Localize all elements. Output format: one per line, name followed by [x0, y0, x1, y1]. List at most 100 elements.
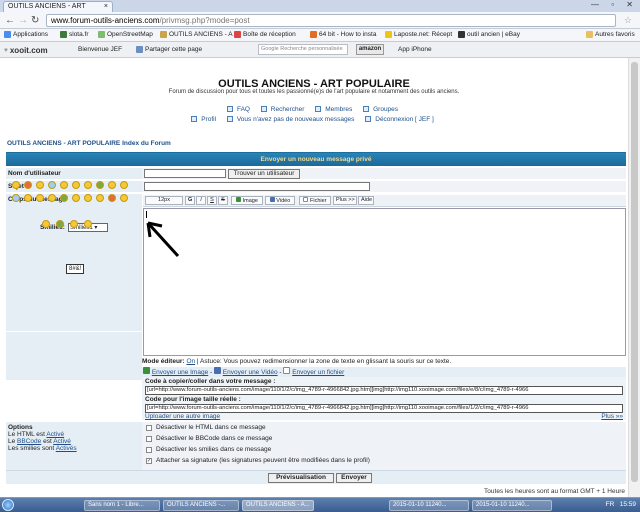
disable-bbcode-checkbox[interactable] [146, 436, 152, 442]
smiley-icon[interactable] [12, 181, 20, 189]
scrollbar-thumb[interactable] [631, 62, 638, 482]
forward-icon[interactable]: → [18, 15, 28, 26]
bookmark-other[interactable]: Autres favoris [586, 31, 635, 38]
text-cursor [146, 211, 147, 218]
page-scrollbar[interactable] [628, 58, 640, 497]
bbcode-link[interactable]: BBCode [17, 438, 41, 445]
help-button[interactable]: Aide [358, 196, 374, 205]
subject-row [142, 181, 626, 193]
reload-icon[interactable]: ↻ [31, 15, 39, 26]
smiley-icon[interactable] [84, 194, 92, 202]
smiley-icon[interactable] [72, 194, 80, 202]
smiley-icon[interactable] [108, 194, 116, 202]
attach-signature-checkbox[interactable]: ✓ [146, 458, 152, 464]
bbcode-status[interactable]: Activé [53, 438, 71, 445]
send-button[interactable]: Envoyer [336, 473, 372, 483]
plus-link[interactable]: Plus »» [601, 413, 623, 420]
xooit-logo[interactable]: ♥ xooit.com [4, 46, 48, 55]
message-textarea[interactable] [143, 208, 626, 356]
bookmark-laposte[interactable]: Laposte.net: Récept [385, 31, 452, 38]
options-label-cell: Options Le HTML est Activé Le BBCode est… [6, 422, 142, 470]
upload-file-link[interactable]: Envoyer un fichier [292, 369, 344, 376]
heart-icon: ♥ [4, 47, 8, 54]
nav-profile[interactable]: Profil [191, 116, 219, 123]
task-chrome-1[interactable]: OUTILS ANCIENS -... [163, 500, 239, 511]
video-button[interactable]: Vidéo [265, 196, 295, 205]
smiley-icon[interactable] [56, 220, 64, 228]
smiley-icon[interactable] [48, 181, 56, 189]
bookmarks-bar: Applications slota.fr OpenStreetMap OUTI… [0, 29, 640, 42]
bookmark-outils[interactable]: OUTILS ANCIENS - A [160, 31, 233, 38]
bookmark-64bit[interactable]: 64 bit - How to insta [310, 31, 376, 38]
nav-groups[interactable]: Groupes [363, 106, 401, 113]
google-search-input[interactable]: Google Recherche personnalisée [258, 44, 348, 55]
smiley-icon[interactable] [48, 194, 56, 202]
task-libreoffice[interactable]: Sans nom 1 - Libre... [84, 500, 160, 511]
bold-button[interactable]: G [185, 196, 195, 205]
smiley-icon[interactable] [24, 194, 32, 202]
smiley-icon[interactable] [12, 194, 20, 202]
disable-smilies-checkbox[interactable] [146, 447, 152, 453]
task-image-2[interactable]: 2015-01-10 11240... [472, 500, 552, 511]
find-user-button[interactable]: Trouver un utilisateur [228, 169, 300, 179]
smiley-icon[interactable] [24, 181, 32, 189]
smiley-icon[interactable] [84, 181, 92, 189]
italic-button[interactable]: I [196, 196, 206, 205]
share-page-button[interactable]: Partager cette page [136, 46, 202, 53]
smiley-icon[interactable] [36, 181, 44, 189]
subject-input[interactable] [144, 182, 370, 191]
upload-image-link[interactable]: Envoyer une Image [152, 369, 208, 376]
bookmark-osm[interactable]: OpenStreetMap [98, 31, 153, 38]
disable-html-checkbox[interactable] [146, 425, 152, 431]
smiley-icon[interactable] [60, 181, 68, 189]
language-indicator[interactable]: FR [606, 501, 615, 508]
smiley-icon[interactable] [120, 194, 128, 202]
smiley-icon[interactable] [96, 181, 104, 189]
bookmark-slota[interactable]: slota.fr [60, 31, 89, 38]
preview-button[interactable]: Prévisualisation [268, 473, 334, 483]
bookmark-ebay[interactable]: outil ancien | eBay [458, 31, 520, 38]
nav-search[interactable]: Rechercher [260, 106, 308, 113]
url-field[interactable]: www.forum-outils-anciens.com/privmsg.php… [46, 14, 616, 27]
smiley-icon[interactable] [108, 181, 116, 189]
bookmark-inbox[interactable]: Boîte de réception [234, 31, 296, 38]
html-status[interactable]: Activé [46, 431, 64, 438]
code-full-field[interactable]: [url=http://www.forum-outils-anciens.com… [145, 404, 623, 413]
smiley-icon[interactable] [84, 220, 92, 228]
editor-mode-toggle[interactable]: On [186, 358, 195, 365]
app-iphone-link[interactable]: App iPhone [398, 46, 432, 53]
bookmark-star-icon[interactable]: ☆ [624, 15, 632, 26]
amazon-button[interactable]: amazon [356, 44, 384, 55]
upload-video-link[interactable]: Envoyer une Vidéo [223, 369, 278, 376]
underline-button[interactable]: S [207, 196, 217, 205]
smiley-icon[interactable] [36, 194, 44, 202]
back-icon[interactable]: ← [5, 15, 15, 26]
browser-tab[interactable]: OUTILS ANCIENS - ART × [3, 1, 113, 12]
task-image-1[interactable]: 2015-01-10 11240... [389, 500, 469, 511]
upload-other-link[interactable]: Uploader une autre image [145, 413, 220, 420]
window-controls[interactable]: — ▫ ✕ [591, 0, 638, 9]
close-icon[interactable]: × [104, 3, 108, 10]
smiley-icon[interactable] [96, 194, 104, 202]
username-input[interactable] [144, 169, 226, 178]
task-chrome-2[interactable]: OUTILS ANCIENS - A... [242, 500, 314, 511]
nav-members[interactable]: Membres [315, 106, 355, 113]
strike-button[interactable]: S [218, 196, 228, 205]
smiley-icon[interactable] [72, 181, 80, 189]
smiley-icon[interactable] [60, 194, 68, 202]
nav-messages[interactable]: Vous n'avez pas de nouveaux messages [226, 116, 358, 123]
smilies-status[interactable]: Activés [56, 445, 77, 452]
smiley-icon[interactable] [70, 220, 78, 228]
file-button[interactable]: Fichier [299, 196, 331, 205]
smiley-icon[interactable] [120, 181, 128, 189]
bookmark-apps[interactable]: Applications [4, 31, 48, 38]
code-copy-field[interactable]: [url=http://www.forum-outils-anciens.com… [145, 386, 623, 395]
nav-logout[interactable]: Déconnexion [ JEF ] [365, 116, 437, 123]
start-button-icon[interactable] [2, 499, 14, 511]
image-button[interactable]: Image [231, 196, 263, 205]
smiley-icon[interactable] [42, 220, 50, 228]
nav-faq[interactable]: FAQ [226, 106, 253, 113]
more-button[interactable]: Plus >> [333, 196, 357, 205]
font-size-button[interactable]: 12px [145, 196, 183, 205]
breadcrumb[interactable]: OUTILS ANCIENS - ART POPULAIRE Index du … [7, 140, 171, 147]
